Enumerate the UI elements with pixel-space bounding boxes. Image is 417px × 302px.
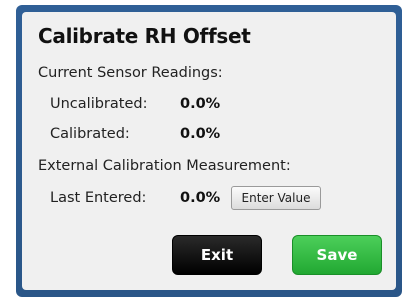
exit-button[interactable]: Exit	[172, 235, 262, 275]
calibrated-label: Calibrated:	[50, 126, 130, 142]
calibrated-value: 0.0%	[180, 126, 221, 142]
calibration-dialog: Calibrate RH Offset Current Sensor Readi…	[22, 12, 396, 290]
save-button[interactable]: Save	[292, 235, 382, 275]
last-entered-value: 0.0%	[180, 190, 221, 206]
last-entered-label: Last Entered:	[50, 190, 147, 206]
current-readings-heading: Current Sensor Readings:	[38, 65, 223, 81]
external-measurement-heading: External Calibration Measurement:	[38, 158, 291, 174]
uncalibrated-value: 0.0%	[180, 96, 221, 112]
enter-value-button[interactable]: Enter Value	[231, 186, 321, 210]
uncalibrated-label: Uncalibrated:	[50, 96, 148, 112]
dialog-title: Calibrate RH Offset	[38, 24, 251, 48]
